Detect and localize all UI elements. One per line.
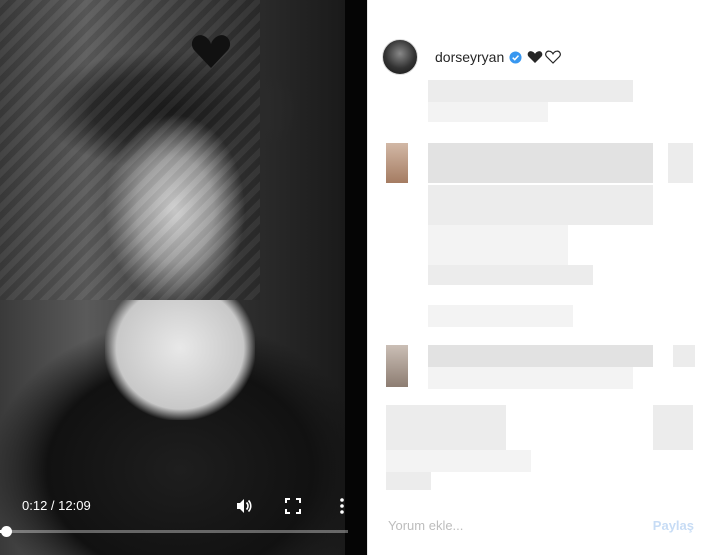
post-panel: dorseyryan Yorum ekle... Paylaş [367,0,709,555]
black-heart-icon [527,51,543,63]
bandana [105,300,255,420]
heart-emojis [527,50,562,64]
post-button[interactable]: Paylaş [653,518,694,533]
video-controls: 0:12 / 12:09 [0,488,367,555]
username[interactable]: dorseyryan [435,49,504,65]
avatar[interactable] [382,39,418,75]
heart-suit-icon [191,35,231,68]
video-player[interactable]: 0:12 / 12:09 [0,0,367,555]
post-header: dorseyryan [382,38,562,76]
fullscreen-icon[interactable] [283,496,303,516]
comment-input[interactable]: Yorum ekle... [388,518,463,533]
progress-bar[interactable] [0,526,348,537]
video-frame [0,0,345,555]
video-time: 0:12 / 12:09 [22,498,91,513]
volume-icon[interactable] [234,496,254,516]
white-heart-icon [545,50,562,64]
verified-badge-icon [509,50,522,64]
video-edge [345,0,367,555]
more-options-icon[interactable] [332,496,352,516]
progress-knob[interactable] [0,526,12,537]
